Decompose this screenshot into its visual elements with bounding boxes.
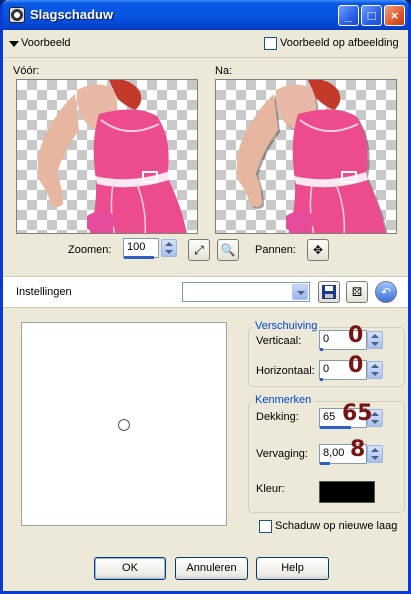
opacity-slider-bar[interactable] (320, 426, 351, 429)
close-button[interactable]: × (384, 5, 405, 26)
maximize-button[interactable]: □ (361, 5, 382, 26)
blur-spinner[interactable] (367, 445, 383, 463)
cancel-button[interactable]: Annuleren (175, 557, 248, 580)
new-layer-label: Schaduw op nieuwe laag (275, 520, 398, 532)
app-icon (9, 7, 25, 23)
after-preview[interactable] (215, 79, 397, 234)
shadow-color-swatch[interactable] (319, 481, 375, 503)
vertical-label: Verticaal: (256, 335, 302, 347)
opacity-label: Dekking: (256, 411, 299, 423)
horizontal-annotation: 0 (348, 353, 364, 378)
offset-group-title: Verschuiving (253, 320, 320, 332)
opacity-annotation: 65 (342, 401, 373, 426)
preview-toggle[interactable]: Voorbeeld (21, 37, 71, 49)
before-preview[interactable] (16, 79, 198, 234)
settings-bar: Instellingen ⚄ ↶ (3, 276, 408, 308)
before-label: Vóór: (13, 65, 40, 77)
preview-on-image-checkbox[interactable] (264, 37, 277, 50)
model-image (37, 80, 187, 233)
help-button[interactable]: Help (256, 557, 329, 580)
properties-group-title: Kenmerken (253, 394, 314, 406)
horizontal-label: Horizontaal: (256, 365, 315, 377)
settings-label: Instellingen (16, 286, 72, 298)
preview-on-image-label: Voorbeeld op afbeelding (280, 37, 399, 49)
minimize-button[interactable]: _ (338, 5, 359, 26)
zoom-input[interactable]: 100 (123, 238, 159, 258)
new-layer-checkbox[interactable] (259, 520, 272, 533)
offset-handle[interactable] (118, 419, 130, 431)
vertical-spinner[interactable] (367, 331, 383, 349)
zoom-label: Zoomen: (68, 244, 112, 256)
zoom-slider-bar[interactable] (124, 256, 154, 259)
blur-annotation: 8 (350, 437, 366, 462)
horizontal-spinner[interactable] (367, 361, 383, 379)
after-label: Na: (215, 65, 233, 77)
dice-icon[interactable]: ⚄ (346, 281, 368, 303)
zoom-spinner[interactable] (161, 239, 177, 257)
model-image-shadowed (236, 80, 388, 233)
zoom-fit-icon[interactable]: ⤢ (188, 239, 210, 261)
blur-label: Vervaging: (256, 448, 308, 460)
preview-section-bar: Voorbeeld Voorbeeld op afbeelding (3, 30, 408, 58)
vertical-annotation: 0 (348, 323, 364, 348)
pan-label: Pannen: (255, 244, 296, 256)
ok-button[interactable]: OK (94, 557, 166, 580)
magnifier-icon[interactable]: 🔍 (217, 239, 239, 261)
vertical-slider-bar[interactable] (320, 348, 323, 351)
save-disk-icon[interactable] (318, 281, 340, 303)
color-label: Kleur: (256, 483, 285, 495)
reset-icon[interactable]: ↶ (375, 281, 397, 303)
dialog-window: Slagschaduw _ □ × Voorbeeld Voorbeeld op… (0, 0, 411, 594)
collapse-triangle-icon[interactable] (9, 41, 19, 47)
preset-dropdown[interactable] (182, 282, 310, 302)
horizontal-slider-bar[interactable] (320, 378, 323, 381)
shadow-offset-canvas[interactable] (21, 322, 227, 526)
title-bar[interactable]: Slagschaduw _ □ × (3, 0, 408, 30)
window-title: Slagschaduw (30, 7, 114, 22)
blur-slider-bar[interactable] (320, 462, 330, 465)
move-arrows-icon[interactable]: ✥ (307, 239, 329, 261)
chevron-down-icon[interactable] (292, 284, 308, 300)
